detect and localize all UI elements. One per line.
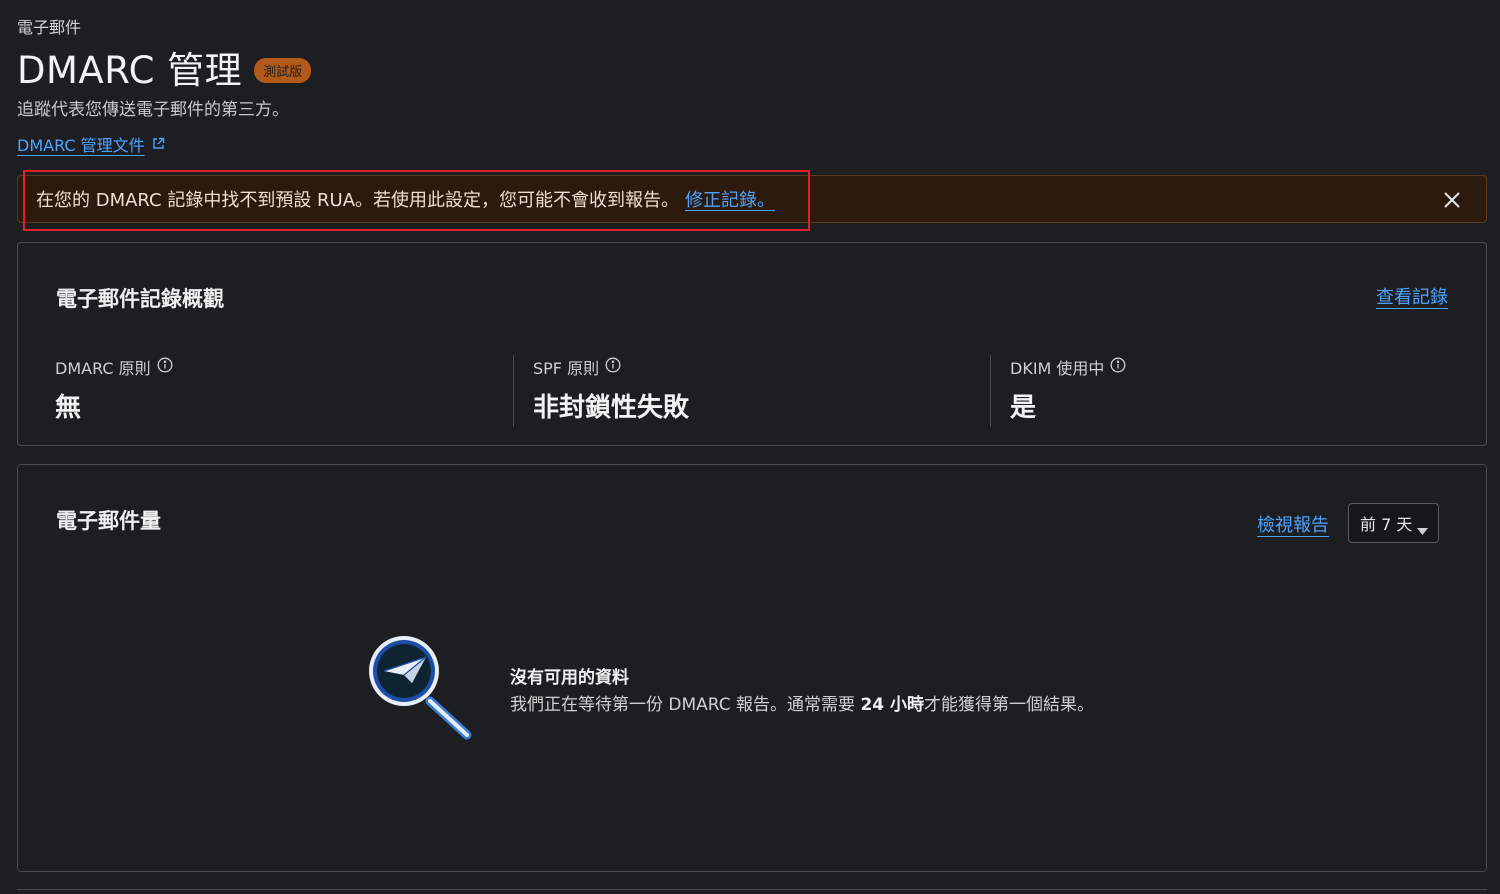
info-icon[interactable] xyxy=(605,357,621,377)
date-range-value: 前 7 天 xyxy=(1360,515,1413,534)
beta-badge: 測試版 xyxy=(254,57,312,83)
overview-card: 電子郵件記錄概觀 查看記錄 DMARC 原則 無 SPF 原則 非封鎖性失敗 D… xyxy=(17,242,1487,446)
stat-spf-policy: SPF 原則 非封鎖性失敗 xyxy=(513,355,689,427)
info-icon[interactable] xyxy=(157,357,173,377)
email-volume-card: 電子郵件量 檢視報告 前 7 天 沒有可用的資料 我們正在等待第一份 DMARC… xyxy=(17,464,1487,872)
docs-link-label: DMARC 管理文件 xyxy=(17,136,145,155)
stat-dkim-active: DKIM 使用中 是 xyxy=(990,355,1126,427)
page-title: DMARC 管理 xyxy=(17,49,243,92)
stat-value: 是 xyxy=(1010,393,1037,423)
warning-message: 在您的 DMARC 記錄中找不到預設 RUA。若使用此設定，您可能不會收到報告。 xyxy=(36,190,680,211)
close-icon[interactable] xyxy=(1440,188,1464,212)
docs-link[interactable]: DMARC 管理文件 xyxy=(17,132,165,156)
stat-label: DKIM 使用中 xyxy=(1010,355,1126,379)
stat-value: 非封鎖性失敗 xyxy=(533,393,690,423)
chevron-down-icon xyxy=(1417,520,1428,539)
warning-banner: 在您的 DMARC 記錄中找不到預設 RUA。若使用此設定，您可能不會收到報告。… xyxy=(17,175,1487,223)
overview-title: 電子郵件記錄概觀 xyxy=(56,287,224,311)
title-row: DMARC 管理 測試版 xyxy=(17,40,312,94)
empty-desc-before: 我們正在等待第一份 DMARC 報告。通常需要 xyxy=(510,695,861,715)
info-icon[interactable] xyxy=(1110,357,1126,377)
magnifier-paper-plane-icon xyxy=(366,633,476,747)
breadcrumb[interactable]: 電子郵件 xyxy=(17,14,81,38)
empty-desc-bold: 24 小時 xyxy=(860,695,925,715)
fix-record-link[interactable]: 修正記錄。 xyxy=(685,186,775,212)
stat-label-text: DKIM 使用中 xyxy=(1010,359,1105,378)
empty-state-title: 沒有可用的資料 xyxy=(510,668,629,688)
next-card-edge xyxy=(17,889,1487,894)
stat-label: DMARC 原則 xyxy=(55,355,173,379)
date-range-select[interactable]: 前 7 天 xyxy=(1348,503,1439,543)
stat-label: SPF 原則 xyxy=(533,355,689,379)
empty-state-description: 我們正在等待第一份 DMARC 報告。通常需要 24 小時才能獲得第一個結果。 xyxy=(510,690,1094,715)
view-report-link[interactable]: 檢視報告 xyxy=(1257,511,1329,537)
view-records-link[interactable]: 查看記錄 xyxy=(1376,283,1448,309)
stat-dmarc-policy: DMARC 原則 無 xyxy=(55,355,173,427)
page-subtitle: 追蹤代表您傳送電子郵件的第三方。 xyxy=(17,100,289,120)
empty-desc-after: 才能獲得第一個結果。 xyxy=(924,695,1095,715)
stat-value: 無 xyxy=(55,393,82,423)
external-link-icon xyxy=(152,135,165,154)
stat-label-text: SPF 原則 xyxy=(533,359,600,378)
stat-label-text: DMARC 原則 xyxy=(55,359,151,378)
volume-title: 電子郵件量 xyxy=(56,509,161,533)
